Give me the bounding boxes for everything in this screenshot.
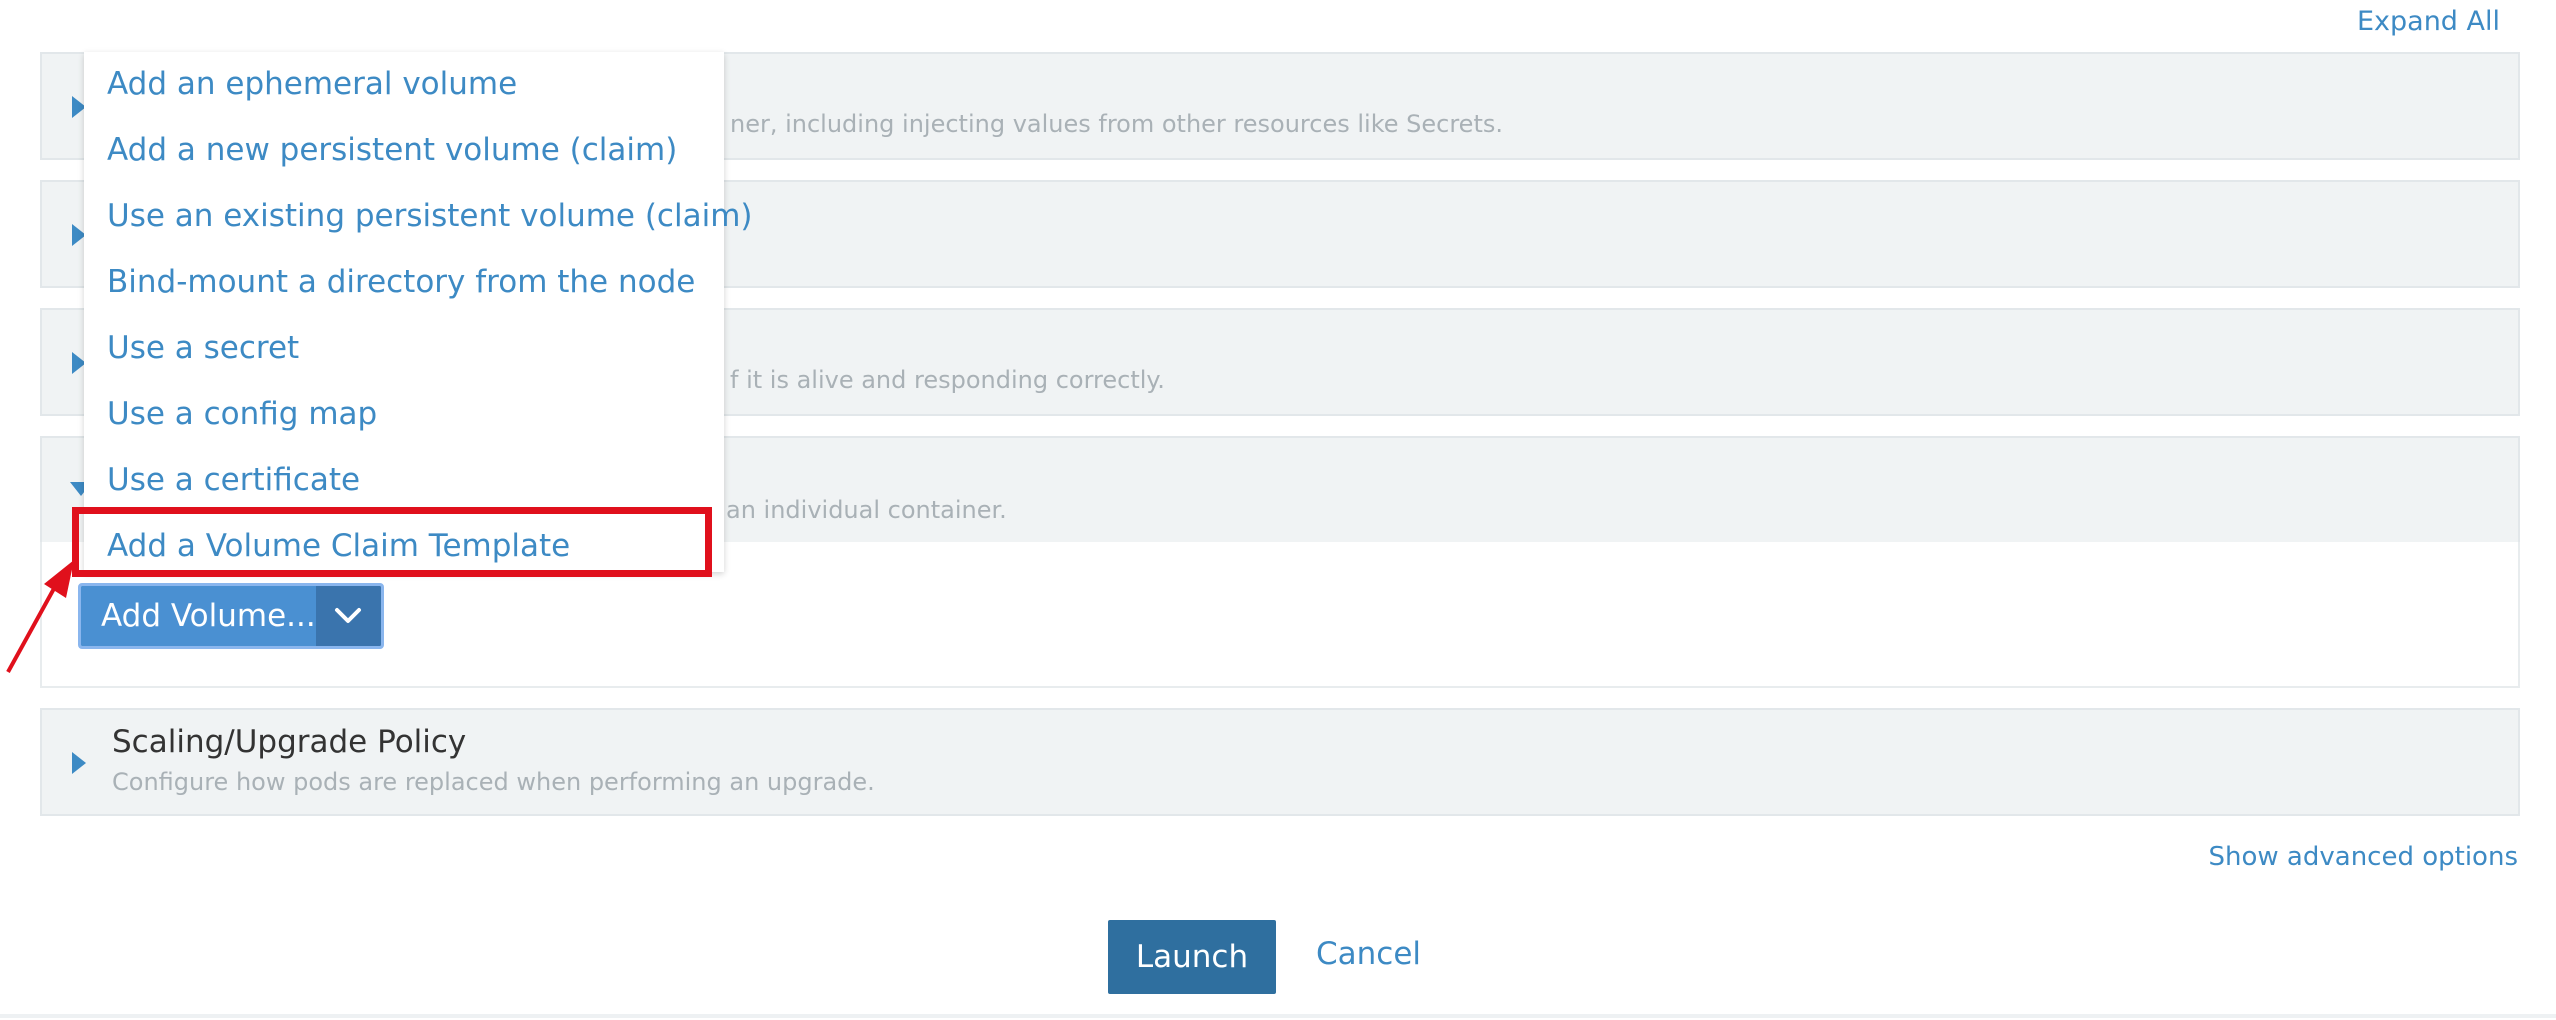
accordion-section-scaling-policy[interactable]: Scaling/Upgrade Policy Configure how pod… [40,708,2520,816]
menu-item-ephemeral-volume[interactable]: Add an ephemeral volume [107,66,517,102]
menu-item-new-persistent-volume[interactable]: Add a new persistent volume (claim) [107,132,677,168]
section-title: Scaling/Upgrade Policy [112,724,467,760]
section-description: f it is alive and responding correctly. [730,366,1165,394]
bottom-divider [0,1014,2556,1018]
section-description: Configure how pods are replaced when per… [112,768,875,796]
menu-item-use-secret[interactable]: Use a secret [107,330,299,366]
menu-item-bind-mount[interactable]: Bind-mount a directory from the node [107,264,695,300]
menu-item-use-certificate[interactable]: Use a certificate [107,462,360,498]
section-description: ner, including injecting values from oth… [730,110,1503,138]
caret-right-icon[interactable] [72,752,86,774]
section-description: an individual container. [726,496,1007,524]
menu-item-use-config-map[interactable]: Use a config map [107,396,377,432]
add-volume-button[interactable]: Add Volume... [81,586,316,646]
chevron-down-icon [335,608,362,623]
annotation-arrow-icon [6,560,74,673]
add-volume-dropdown-toggle[interactable] [315,586,381,646]
highlight-box [72,507,712,577]
menu-item-existing-persistent-volume[interactable]: Use an existing persistent volume (claim… [107,198,753,234]
launch-button[interactable]: Launch [1108,920,1276,994]
expand-all-link[interactable]: Expand All [2357,6,2500,37]
add-volume-dropdown-menu: Add an ephemeral volume Add a new persis… [84,52,753,572]
add-volume-button-group[interactable]: Add Volume... [78,583,384,649]
show-advanced-options-link[interactable]: Show advanced options [2209,842,2518,872]
cancel-button[interactable]: Cancel [1316,936,1421,972]
